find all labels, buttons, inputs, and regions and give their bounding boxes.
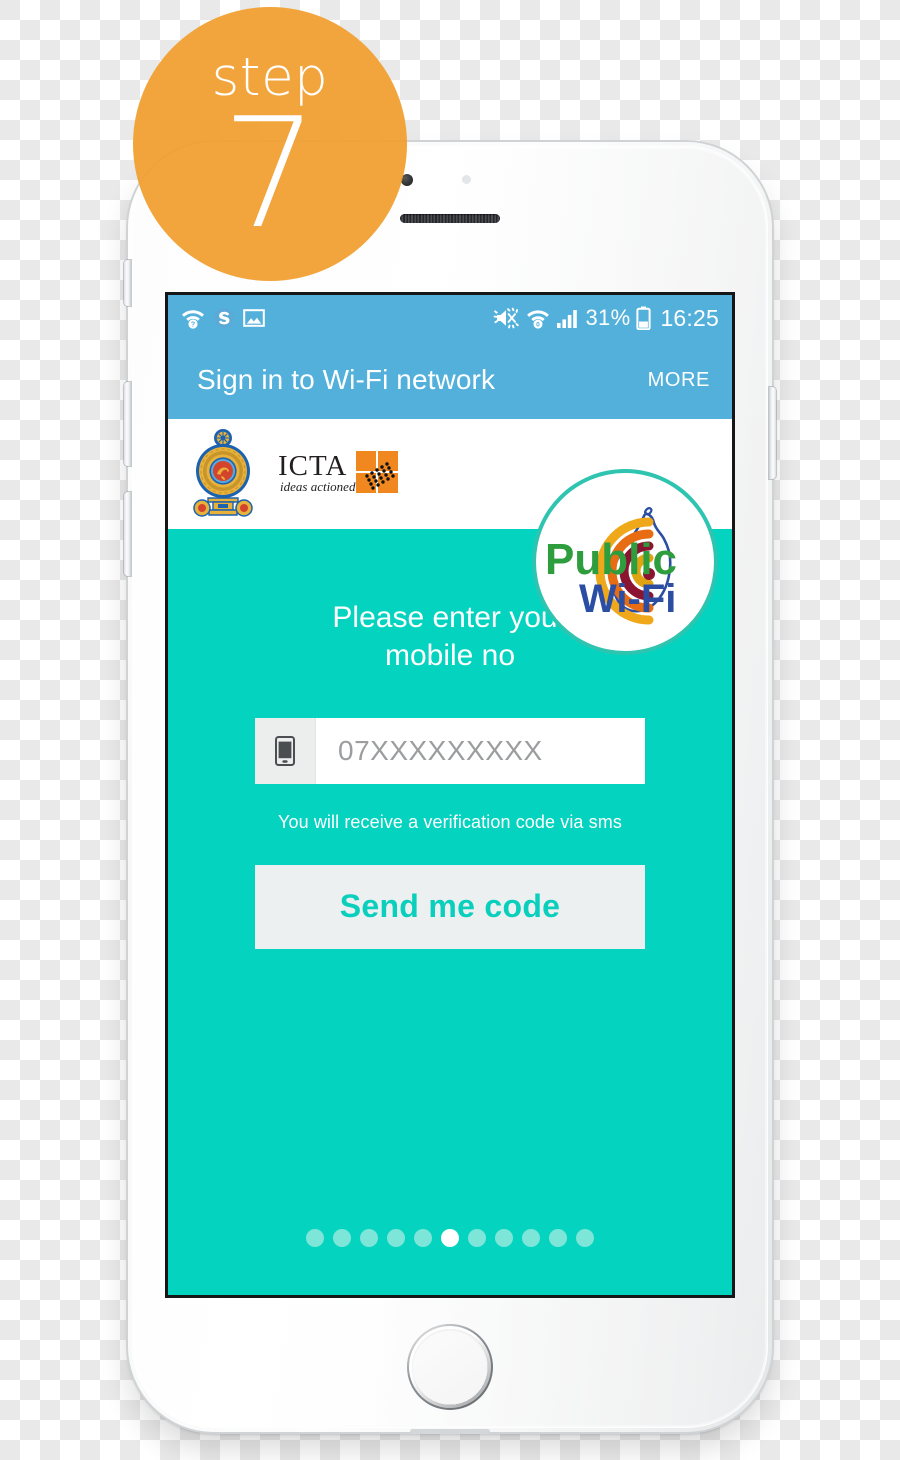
pagination-dot[interactable] [495,1229,513,1247]
more-button[interactable]: MORE [648,369,710,392]
clock-label: 16:25 [660,304,719,331]
page-title: Sign in to Wi-Fi network [197,364,496,395]
sri-lanka-government-emblem-icon [193,429,253,517]
svg-text:0: 0 [536,322,540,329]
svg-text:ICTA: ICTA [278,450,347,482]
image-icon [243,309,265,327]
action-bar: Sign in to Wi-Fi network MORE [168,341,732,419]
public-wifi-logo-badge: Public Wi-Fi [536,473,714,651]
mobile-number-field[interactable] [255,717,699,784]
branding-band: ICTA ideas actioned Public Wi-Fi [168,419,732,651]
skype-s-icon [214,308,234,328]
signal-bars-icon [556,310,577,328]
pagination-dots [168,1229,732,1247]
pagination-dot[interactable] [414,1229,432,1247]
step-badge: step 7 [133,7,407,281]
smartphone-device: ? 0 31% 16:25 Sign in to Wi-Fi network M… [124,142,776,1434]
battery-percent-label: 31% [585,305,631,330]
wifi-icon: 0 [526,310,549,329]
mobile-phone-icon [255,717,316,784]
status-bar-left-icons: ? [181,307,265,329]
status-bar-right-icons: 0 31% 16:25 [493,305,720,332]
step-badge-number: 7 [221,85,319,263]
silent-switch-button[interactable] [124,260,131,306]
svg-text:?: ? [191,322,195,329]
verification-hint: You will receive a verification code via… [278,811,622,832]
icta-logo-icon: ICTA ideas actioned [278,450,398,494]
home-button[interactable] [412,1329,488,1405]
power-button[interactable] [769,387,776,479]
volume-up-button[interactable] [124,382,131,466]
pagination-dot[interactable] [306,1229,324,1247]
public-wifi-logo-icon: Public Wi-Fi [545,507,677,625]
volume-down-button[interactable] [124,492,131,576]
bottom-port [410,1429,490,1434]
pagination-dot[interactable] [576,1229,594,1247]
pagination-dot[interactable] [522,1229,540,1247]
earpiece-speaker [400,214,500,223]
send-me-code-button[interactable]: Send me code [255,864,645,949]
battery-icon [636,306,652,330]
pagination-dot[interactable] [468,1229,486,1247]
phone-screen: ? 0 31% 16:25 Sign in to Wi-Fi network M… [168,295,732,1295]
mute-icon [493,307,519,329]
pagination-dot[interactable] [441,1229,459,1247]
pagination-dot[interactable] [360,1229,378,1247]
pagination-dot[interactable] [549,1229,567,1247]
proximity-sensor-icon [462,175,471,184]
pagination-dot[interactable] [387,1229,405,1247]
status-bar: ? 0 31% 16:25 [168,295,732,341]
wifi-question-icon: ? [182,310,204,329]
svg-text:ideas actioned: ideas actioned [280,479,356,494]
mobile-number-input[interactable] [316,717,699,784]
pagination-dot[interactable] [333,1229,351,1247]
svg-text:Wi-Fi: Wi-Fi [579,577,676,621]
